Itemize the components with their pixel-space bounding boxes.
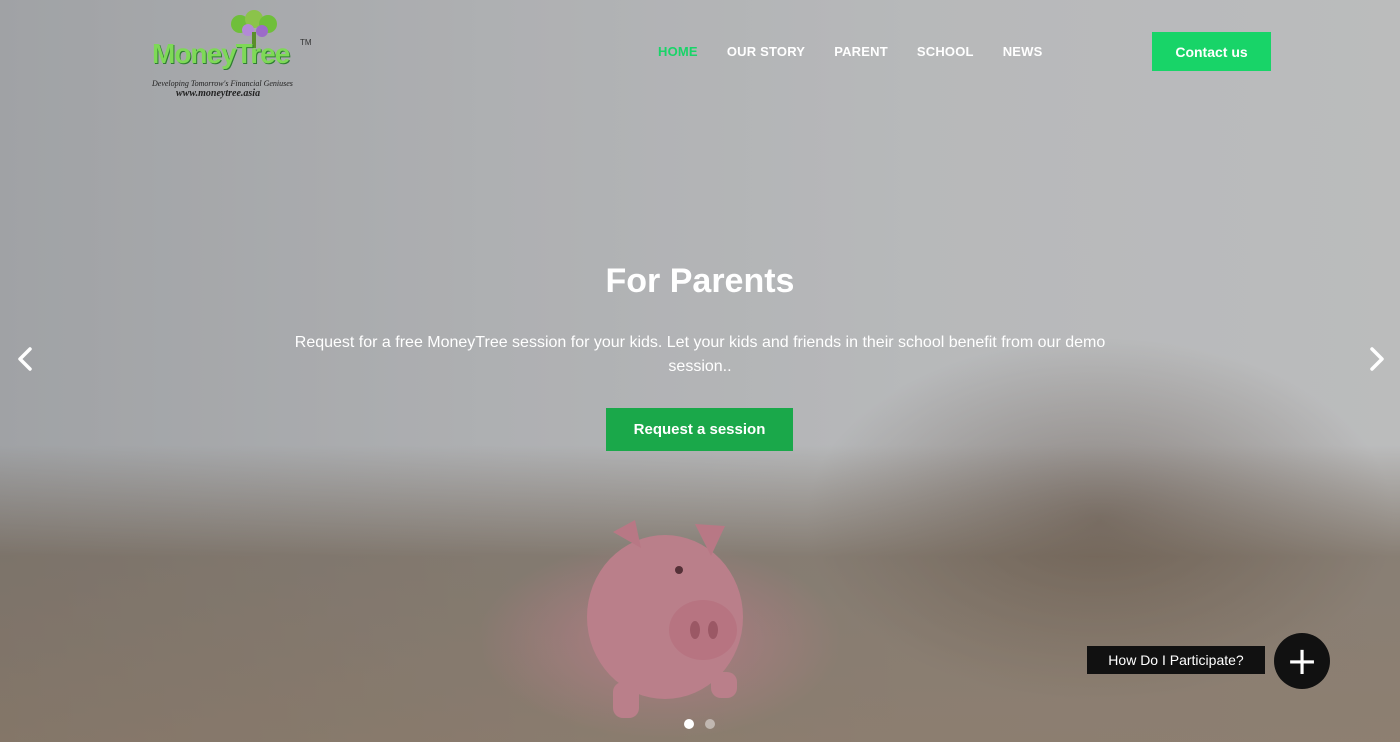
slide-text: Request for a free MoneyTree session for… <box>294 334 1106 375</box>
logo-url: www.moneytree.asia <box>176 88 261 99</box>
slider-pagination <box>684 719 715 729</box>
slider-dot-1[interactable] <box>684 719 694 729</box>
help-label[interactable]: How Do I Participate? <box>1087 646 1265 674</box>
main-nav: HOME OUR STORY PARENT SCHOOL NEWS <box>658 44 1043 59</box>
nav-news[interactable]: NEWS <box>1003 44 1043 59</box>
hero-slider: MoneyTree TM Developing Tomorrow's Finan… <box>0 0 1400 742</box>
nav-school[interactable]: SCHOOL <box>917 44 974 59</box>
contact-us-button[interactable]: Contact us <box>1152 32 1271 71</box>
logo-tagline: Developing Tomorrow's Financial Geniuses <box>152 79 293 88</box>
request-session-button[interactable]: Request a session <box>606 408 793 451</box>
logo-trademark: TM <box>300 38 312 47</box>
plus-icon[interactable]: + <box>1274 633 1330 689</box>
chevron-right-icon[interactable] <box>1364 346 1388 372</box>
logo[interactable]: MoneyTree TM Developing Tomorrow's Finan… <box>150 8 320 99</box>
logo-brand: MoneyTree <box>152 38 290 69</box>
nav-our-story[interactable]: OUR STORY <box>727 44 805 59</box>
chevron-left-icon[interactable] <box>14 346 38 372</box>
nav-parent[interactable]: PARENT <box>834 44 888 59</box>
slide-title: For Parents <box>605 262 795 300</box>
nav-home[interactable]: HOME <box>658 44 698 59</box>
slider-dot-2[interactable] <box>705 719 715 729</box>
